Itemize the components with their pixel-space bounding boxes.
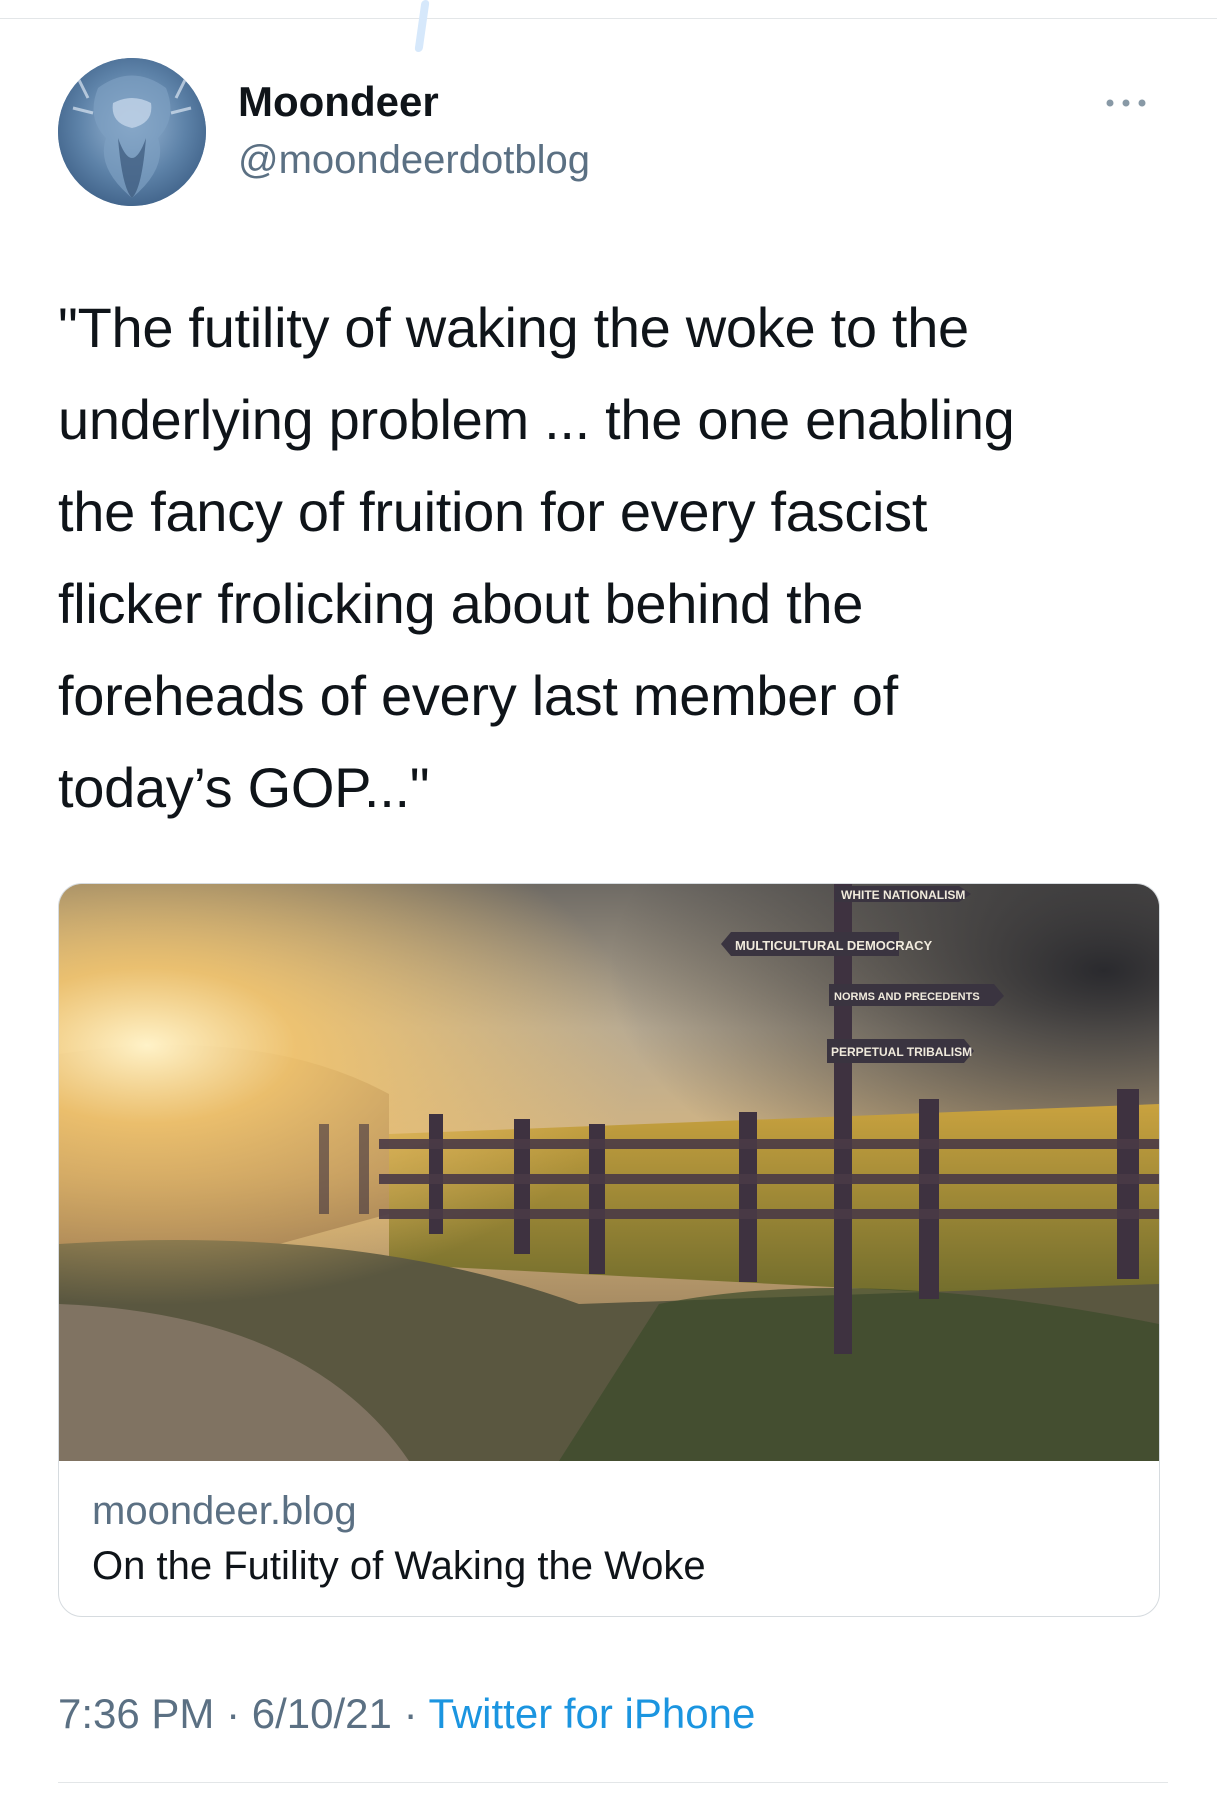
avatar[interactable] xyxy=(58,58,206,206)
tweet-source-link[interactable]: Twitter for iPhone xyxy=(429,1690,756,1737)
meta-separator: · xyxy=(226,1690,241,1737)
tweet-date[interactable]: 6/10/21 xyxy=(252,1690,392,1737)
tweet-meta: 7:36 PM · 6/10/21 · Twitter for iPhone xyxy=(58,1690,755,1738)
meta-separator: · xyxy=(403,1690,418,1737)
sign-text: NORMS AND PRECEDENTS xyxy=(834,991,980,1003)
top-divider xyxy=(0,18,1217,19)
card-title: On the Futility of Waking the Woke xyxy=(92,1544,706,1588)
sign-text: WHITE NATIONALISM xyxy=(841,888,965,902)
tweet-text: "The futility of waking the woke to the … xyxy=(58,296,1015,819)
scroll-indicator xyxy=(414,0,430,52)
link-card[interactable]: WHITE NATIONALISM MULTICULTURAL DEMOCRAC… xyxy=(58,883,1160,1617)
tweet-time[interactable]: 7:36 PM xyxy=(58,1690,214,1737)
sign-text: PERPETUAL TRIBALISM xyxy=(831,1045,972,1059)
card-domain: moondeer.blog xyxy=(92,1489,357,1533)
sign-text: MULTICULTURAL DEMOCRACY xyxy=(735,938,932,953)
author-handle[interactable]: @moondeerdotblog xyxy=(238,138,590,183)
bottom-divider xyxy=(58,1782,1168,1783)
author-name[interactable]: Moondeer xyxy=(238,78,439,126)
card-image: WHITE NATIONALISM MULTICULTURAL DEMOCRAC… xyxy=(59,884,1159,1461)
avatar-image xyxy=(58,58,206,206)
more-horizontal-icon[interactable] xyxy=(1098,88,1154,118)
